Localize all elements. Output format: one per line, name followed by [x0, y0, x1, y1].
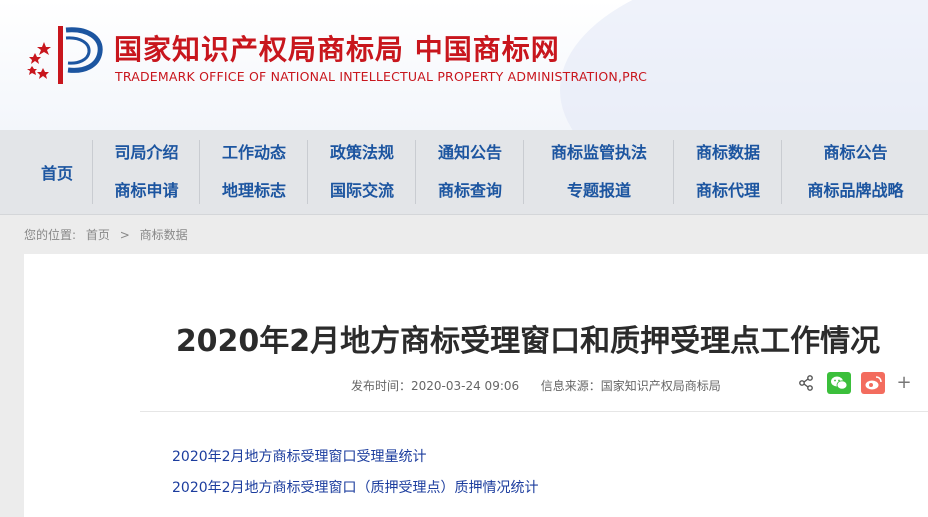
breadcrumb: 您的位置: 首页 > 商标数据 [24, 226, 194, 243]
nav-item-policies[interactable]: 政策法规 [330, 140, 394, 166]
nav-column-4: 通知公告 商标查询 [415, 140, 524, 204]
breadcrumb-current[interactable]: 商标数据 [140, 228, 188, 242]
article-title: 2020年2月地方商标受理窗口和质押受理点工作情况 [175, 324, 881, 359]
article-meta: 发布时间：2020-03-24 09:06 信息来源：国家知识产权局商标局 [351, 377, 721, 394]
header-decoration [560, 0, 928, 130]
nav-item-enforcement[interactable]: 商标监管执法 [551, 140, 647, 166]
nav-item-special-reports[interactable]: 专题报道 [567, 178, 631, 204]
nav-item-international[interactable]: 国际交流 [330, 178, 394, 204]
attachment-link-pledge-stats[interactable]: 2020年2月地方商标受理窗口（质押受理点）质押情况统计 [172, 473, 539, 504]
wechat-icon[interactable] [827, 372, 851, 394]
nav-item-work-news[interactable]: 工作动态 [222, 140, 286, 166]
share-icon[interactable] [795, 372, 817, 394]
plus-icon[interactable]: + [893, 372, 915, 394]
nav-item-notices[interactable]: 通知公告 [438, 140, 502, 166]
attachment-list: 2020年2月地方商标受理窗口受理量统计 2020年2月地方商标受理窗口（质押受… [172, 442, 539, 504]
site-title: 国家知识产权局商标局 中国商标网 [114, 33, 560, 66]
nav-item-trademark-announcements[interactable]: 商标公告 [823, 140, 887, 166]
nav-column-1: 司局介绍 商标申请 [92, 140, 200, 204]
info-source: 信息来源：国家知识产权局商标局 [540, 379, 721, 393]
breadcrumb-home[interactable]: 首页 [86, 228, 110, 242]
breadcrumb-separator: > [119, 228, 130, 242]
meta-divider [140, 411, 928, 412]
cnipa-logo-icon[interactable] [22, 20, 106, 90]
article-title-row: 2020年2月地方商标受理窗口和质押受理点工作情况 [24, 316, 928, 360]
nav-column-7: 商标公告 商标品牌战略 [781, 140, 928, 204]
site-header: 国家知识产权局商标局 中国商标网 TRADEMARK OFFICE OF NAT… [0, 0, 928, 130]
publish-time: 发布时间：2020-03-24 09:06 [351, 379, 520, 393]
nav-item-trademark-application[interactable]: 商标申请 [114, 178, 178, 204]
breadcrumb-prefix: 您的位置: [24, 228, 77, 242]
nav-home[interactable]: 首页 [20, 130, 94, 214]
share-bar: + [795, 371, 915, 395]
nav-item-trademark-data[interactable]: 商标数据 [696, 140, 760, 166]
nav-column-2: 工作动态 地理标志 [199, 140, 308, 204]
nav-column-3: 政策法规 国际交流 [307, 140, 416, 204]
nav-item-geographical-indication[interactable]: 地理标志 [222, 178, 286, 204]
nav-item-trademark-search[interactable]: 商标查询 [438, 178, 502, 204]
site-subtitle: TRADEMARK OFFICE OF NATIONAL INTELLECTUA… [115, 69, 648, 84]
nav-column-5: 商标监管执法 专题报道 [523, 140, 674, 204]
article-card: 2020年2月地方商标受理窗口和质押受理点工作情况 发布时间：2020-03-2… [24, 254, 928, 517]
nav-item-trademark-agency[interactable]: 商标代理 [696, 178, 760, 204]
nav-item-brand-strategy[interactable]: 商标品牌战略 [807, 178, 903, 204]
nav-item-bureau-intro[interactable]: 司局介绍 [114, 140, 178, 166]
main-nav: 首页 司局介绍 商标申请 工作动态 地理标志 政策法规 国际交流 通知公告 商标… [0, 130, 928, 215]
nav-column-6: 商标数据 商标代理 [673, 140, 782, 204]
weibo-icon[interactable] [861, 372, 885, 394]
attachment-link-acceptance-stats[interactable]: 2020年2月地方商标受理窗口受理量统计 [172, 442, 539, 473]
